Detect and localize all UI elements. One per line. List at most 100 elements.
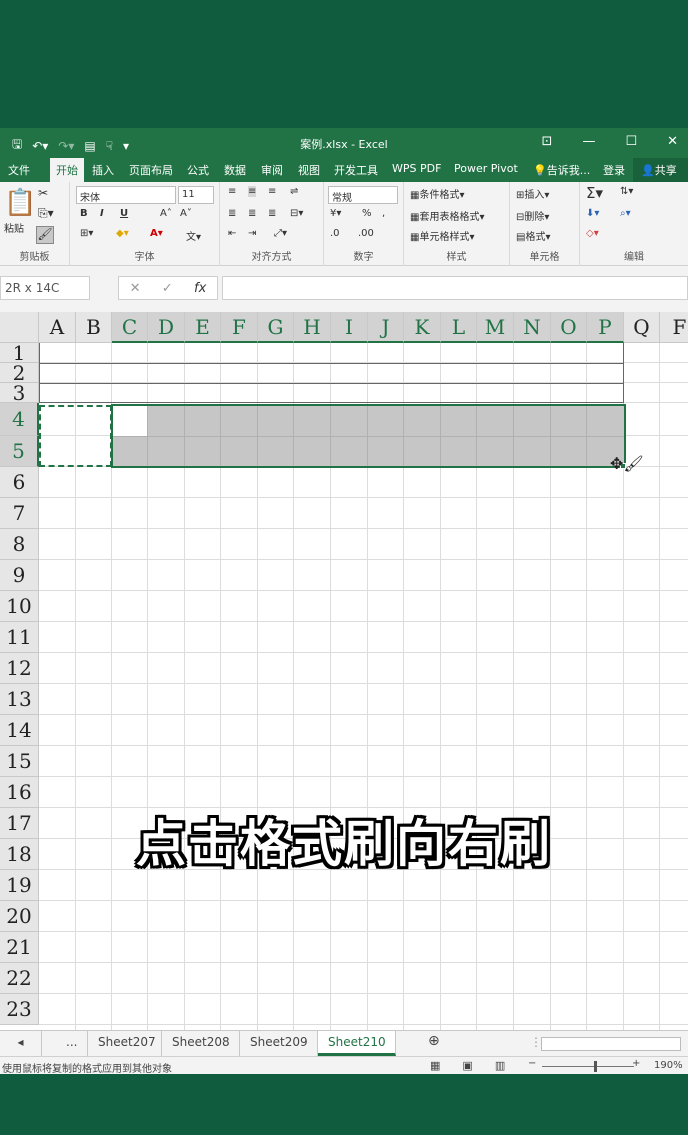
- merge-icon[interactable]: ⊟▾: [290, 208, 303, 219]
- sheet-tab-sheet208[interactable]: Sheet208: [162, 1031, 240, 1056]
- cell-styles-button[interactable]: ▦单元格样式▾: [410, 228, 474, 243]
- number-format-select[interactable]: 常规: [328, 186, 398, 204]
- ribbon-display-icon[interactable]: ⊡: [542, 134, 553, 149]
- decrease-font-icon[interactable]: A˅: [180, 208, 192, 219]
- comma-icon[interactable]: ,: [382, 208, 385, 219]
- tab-wps-pdf[interactable]: WPS PDF: [392, 162, 441, 175]
- name-box[interactable]: 2R x 14C: [0, 276, 90, 300]
- row-header-5[interactable]: 5: [0, 436, 39, 467]
- column-header-f[interactable]: F: [660, 312, 688, 343]
- row-header-14[interactable]: 14: [0, 715, 39, 746]
- column-header-j[interactable]: J: [368, 312, 404, 343]
- tab-data[interactable]: 数据: [224, 162, 246, 178]
- format-as-table-button[interactable]: ▦套用表格格式▾: [410, 208, 484, 223]
- formula-input[interactable]: [222, 276, 688, 300]
- sign-in[interactable]: 登录: [603, 162, 625, 178]
- row-header-3[interactable]: 3: [0, 383, 39, 403]
- zoom-level[interactable]: 190%: [654, 1060, 683, 1071]
- fill-color-icon[interactable]: ◆▾: [116, 228, 129, 239]
- row-header-20[interactable]: 20: [0, 901, 39, 932]
- align-center-icon[interactable]: ≣: [248, 208, 256, 219]
- row-header-12[interactable]: 12: [0, 653, 39, 684]
- normal-view-icon[interactable]: ▦: [430, 1059, 440, 1072]
- enter-icon[interactable]: ✓: [162, 281, 173, 296]
- align-left-icon[interactable]: ≣: [228, 208, 236, 219]
- column-header-f[interactable]: F: [221, 312, 258, 343]
- autosum-icon[interactable]: Σ▾: [586, 184, 603, 202]
- tab-formulas[interactable]: 公式: [187, 162, 209, 178]
- increase-indent-icon[interactable]: ⇥: [248, 228, 256, 239]
- row-header-15[interactable]: 15: [0, 746, 39, 777]
- increase-font-icon[interactable]: A˄: [160, 208, 172, 219]
- font-name-select[interactable]: 宋体: [76, 186, 176, 204]
- tab-review[interactable]: 审阅: [261, 162, 283, 178]
- font-size-select[interactable]: 11: [178, 186, 214, 204]
- cancel-icon[interactable]: ✕: [130, 281, 141, 296]
- border-icon[interactable]: ⊞▾: [80, 228, 93, 239]
- more-sheets[interactable]: ...: [56, 1031, 88, 1056]
- column-header-n[interactable]: N: [514, 312, 551, 343]
- row-header-11[interactable]: 11: [0, 622, 39, 653]
- align-top-icon[interactable]: ≡: [228, 186, 236, 197]
- add-sheet-icon[interactable]: ⊕: [418, 1031, 450, 1056]
- row-header-22[interactable]: 22: [0, 963, 39, 994]
- close-icon[interactable]: ✕: [667, 134, 678, 149]
- paste-icon[interactable]: 📋: [4, 188, 36, 218]
- column-header-q[interactable]: Q: [624, 312, 660, 343]
- sheet-tab-sheet207[interactable]: Sheet207: [88, 1031, 162, 1056]
- cut-icon[interactable]: ✂: [38, 186, 48, 200]
- format-cells-button[interactable]: ▤格式▾: [516, 228, 550, 243]
- align-middle-icon[interactable]: ≡: [248, 186, 257, 197]
- row-header-1[interactable]: 1: [0, 343, 39, 363]
- column-header-c[interactable]: C: [112, 312, 148, 343]
- underline-button[interactable]: U: [120, 208, 128, 219]
- page-layout-view-icon[interactable]: ▣: [462, 1059, 472, 1072]
- tab-developer[interactable]: 开发工具: [334, 162, 378, 178]
- decrease-indent-icon[interactable]: ⇤: [228, 228, 236, 239]
- row-header-7[interactable]: 7: [0, 498, 39, 529]
- column-header-a[interactable]: A: [39, 312, 76, 343]
- row-header-4[interactable]: 4: [0, 403, 39, 436]
- maximize-icon[interactable]: ☐: [625, 134, 637, 149]
- row-header-6[interactable]: 6: [0, 467, 39, 498]
- orientation-icon[interactable]: ⤢▾: [274, 228, 287, 239]
- column-header-e[interactable]: E: [185, 312, 221, 343]
- increase-decimal-icon[interactable]: .0: [330, 228, 340, 239]
- format-painter-icon[interactable]: 🖌: [36, 226, 54, 244]
- row-header-23[interactable]: 23: [0, 994, 39, 1025]
- font-color-icon[interactable]: A▾: [150, 228, 163, 239]
- column-header-k[interactable]: K: [404, 312, 441, 343]
- sheet-tab-sheet209[interactable]: Sheet209: [240, 1031, 318, 1056]
- tell-me[interactable]: 💡告诉我...: [533, 162, 590, 178]
- select-all-corner[interactable]: [0, 312, 39, 343]
- worksheet-grid[interactable]: ABCDEFGHIJKLMNOPQF 1 2 3 4 5 6 7 8 9 10 11 12 13 14 15…: [0, 312, 688, 1030]
- row-header-2[interactable]: 2: [0, 363, 39, 383]
- page-break-view-icon[interactable]: ▥: [495, 1059, 505, 1072]
- row-header-10[interactable]: 10: [0, 591, 39, 622]
- row-header-21[interactable]: 21: [0, 932, 39, 963]
- function-icon[interactable]: fx: [194, 281, 206, 296]
- row-header-9[interactable]: 9: [0, 560, 39, 591]
- percent-icon[interactable]: %: [362, 208, 372, 219]
- delete-cells-button[interactable]: ⊟删除▾: [516, 208, 549, 223]
- column-header-m[interactable]: M: [477, 312, 514, 343]
- tab-view[interactable]: 视图: [298, 162, 320, 178]
- column-header-o[interactable]: O: [551, 312, 587, 343]
- clear-icon[interactable]: ◇▾: [586, 228, 599, 239]
- currency-icon[interactable]: ¥▾: [330, 208, 341, 219]
- column-header-h[interactable]: H: [294, 312, 331, 343]
- insert-cells-button[interactable]: ⊞插入▾: [516, 186, 549, 201]
- find-icon[interactable]: ⌕▾: [620, 208, 631, 219]
- tab-power-pivot[interactable]: Power Pivot: [454, 162, 518, 175]
- zoom-thumb[interactable]: [594, 1061, 597, 1072]
- bold-button[interactable]: B: [80, 208, 88, 219]
- tab-insert[interactable]: 插入: [92, 162, 114, 178]
- align-right-icon[interactable]: ≣: [268, 208, 276, 219]
- sort-filter-icon[interactable]: ⇅▾: [620, 186, 633, 197]
- column-header-p[interactable]: P: [587, 312, 624, 343]
- zoom-slider[interactable]: [542, 1066, 634, 1067]
- zoom-in-icon[interactable]: +: [632, 1058, 640, 1069]
- column-header-g[interactable]: G: [258, 312, 294, 343]
- tab-page-layout[interactable]: 页面布局: [129, 162, 173, 178]
- column-header-i[interactable]: I: [331, 312, 368, 343]
